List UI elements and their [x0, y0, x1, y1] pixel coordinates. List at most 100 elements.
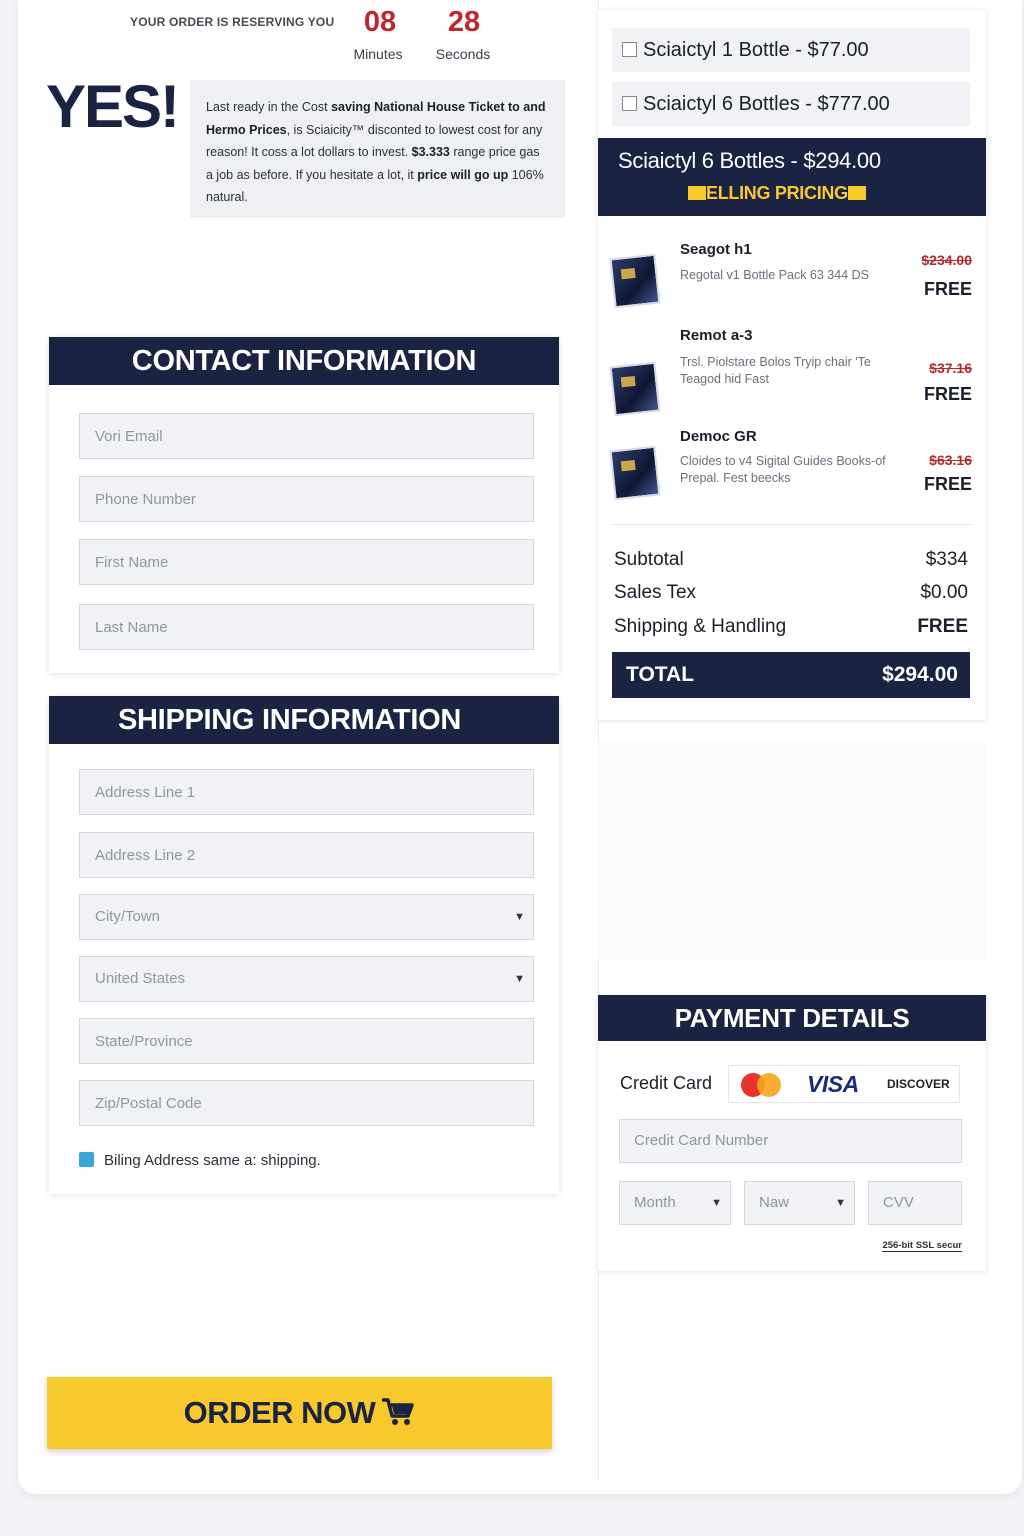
checkout-page: YOUR ORDER IS RESERVING YOU 08 Minutes 2…	[18, 0, 1022, 1494]
discover-icon: DISCOVER	[887, 1077, 950, 1091]
chevron-down-icon: ▼	[835, 1197, 846, 1209]
item-desc: Trsl. Piolstare Bolos Tryip chair 'Te Te…	[680, 355, 871, 386]
option-checkbox[interactable]	[622, 42, 637, 57]
shipping-label: Shipping & Handling	[614, 616, 787, 637]
product-thumbnail	[609, 253, 661, 309]
item-name: Remot a-3	[680, 327, 753, 344]
subtotal-row: Subtotal $334	[614, 549, 968, 571]
zip-field[interactable]	[79, 1080, 534, 1126]
option-checkbox[interactable]	[622, 96, 637, 111]
selling-pricing-text: ELLING PRICING	[706, 183, 848, 203]
line-item: Seagot h1 Regotal v1 Bottle Pack 63 344 …	[609, 238, 972, 318]
option-label: Sciaictyl 1 Bottle - $77.00	[643, 39, 869, 61]
country-select-value: United States	[95, 970, 186, 987]
item-old-price: $63.16	[929, 452, 972, 468]
total-bar: TOTAL $294.00	[612, 652, 970, 698]
month-select[interactable]: Month ▼	[619, 1181, 731, 1225]
card-number-field[interactable]: Credit Card Number	[619, 1119, 962, 1163]
email-input[interactable]	[95, 414, 533, 458]
item-desc: Regotal v1 Bottle Pack 63 344 DS	[680, 268, 870, 282]
address-line2-input[interactable]	[95, 833, 533, 877]
cvv-placeholder: CVV	[883, 1194, 914, 1211]
total-label: TOTAL	[626, 663, 695, 686]
phone-field[interactable]	[79, 476, 534, 522]
item-name: Democ GR	[680, 428, 757, 445]
state-input[interactable]	[95, 1019, 533, 1063]
order-now-label: ORDER NOW	[183, 1395, 376, 1430]
tax-value: $0.00	[920, 582, 968, 603]
contact-title: CONTACT INFORMATION	[49, 337, 559, 385]
item-old-price: $37.16	[929, 360, 972, 376]
item-price: FREE	[923, 384, 972, 404]
chevron-down-icon: ▼	[711, 1197, 722, 1209]
card-number-placeholder: Credit Card Number	[634, 1132, 769, 1149]
timer-minutes-label: Minutes	[353, 46, 403, 62]
card-logos: VISA DISCOVER	[728, 1065, 960, 1103]
country-select[interactable]: United States ▼	[79, 956, 534, 1002]
shipping-value: FREE	[917, 616, 968, 637]
phone-input[interactable]	[95, 477, 533, 521]
order-now-button[interactable]: ORDER NOW	[47, 1377, 552, 1449]
timer-label: YOUR ORDER IS RESERVING YOU	[130, 15, 335, 29]
month-select-value: Month	[634, 1194, 676, 1211]
address-line2-field[interactable]	[79, 832, 534, 878]
selected-package-title: Sciaictyl 6 Bottles - $294.00	[618, 148, 881, 173]
chevron-down-icon: ▼	[514, 911, 525, 923]
summary-divider	[612, 524, 972, 525]
item-old-price: $234.00	[921, 252, 972, 268]
banner-mark-icon	[847, 186, 866, 200]
mastercard-icon	[741, 1073, 783, 1097]
billing-same-checkbox[interactable]	[79, 1152, 94, 1167]
first-name-input[interactable]	[95, 540, 533, 584]
item-name: Seagot h1	[680, 241, 752, 258]
zip-input[interactable]	[95, 1081, 533, 1125]
billing-same-row[interactable]: Biling Address same a: shipping.	[79, 1152, 321, 1169]
item-price: FREE	[923, 279, 972, 299]
shipping-card: SHIPPING INFORMATION City/Town ▼ United S…	[49, 696, 559, 1194]
contact-card: CONTACT INFORMATION	[49, 337, 559, 673]
visa-icon: VISA	[807, 1071, 859, 1097]
email-field[interactable]	[79, 413, 534, 459]
shipping-row: Shipping & Handling FREE	[614, 616, 968, 638]
banner-mark-icon	[688, 186, 706, 200]
cvv-field[interactable]: CVV	[868, 1181, 962, 1225]
tax-row: Sales Tex $0.00	[614, 582, 968, 604]
total-value: $294.00	[882, 663, 958, 686]
promo-headline: YES!	[46, 73, 180, 140]
option-6-bottles[interactable]: Sciaictyl 6 Bottles - $777.00	[612, 82, 970, 126]
order-summary-card: Sciaictyl 1 Bottle - $77.00 Sciaictyl 6 …	[598, 10, 986, 720]
billing-same-label: Biling Address same a: shipping.	[104, 1152, 321, 1169]
selling-pricing-label: ELLING PRICING	[688, 183, 866, 204]
city-select[interactable]: City/Town ▼	[79, 894, 534, 940]
first-name-field[interactable]	[79, 539, 534, 585]
blank-panel	[598, 742, 986, 960]
promo-text: Last ready in the Cost saving National H…	[190, 80, 565, 218]
credit-card-label: Credit Card	[620, 1073, 713, 1093]
payment-card: PAYMENT DETAILS Credit Card VISA DISCOVE…	[598, 995, 986, 1271]
option-label: Sciaictyl 6 Bottles - $777.00	[643, 93, 890, 115]
line-item: Democ GR Cloides to v4 Sigital Guides Bo…	[609, 426, 972, 506]
last-name-input[interactable]	[95, 605, 533, 649]
promo-text-bold: price will go up	[417, 167, 509, 182]
address-line1-input[interactable]	[95, 770, 533, 814]
product-thumbnail	[609, 445, 661, 501]
year-select[interactable]: Naw ▼	[744, 1181, 855, 1225]
option-1-bottle[interactable]: Sciaictyl 1 Bottle - $77.00	[612, 28, 970, 72]
chevron-down-icon: ▼	[514, 973, 525, 985]
item-price: FREE	[923, 474, 972, 494]
timer-minutes: 08	[363, 6, 397, 38]
selected-package[interactable]: Sciaictyl 6 Bottles - $294.00 ELLING PRI…	[598, 138, 986, 216]
shipping-title: SHIPPING INFORMATION	[49, 696, 559, 744]
cart-icon	[382, 1398, 415, 1425]
timer-seconds-label: Seconds	[435, 46, 491, 62]
ssl-notice: 256-bit SSL secur	[882, 1240, 962, 1252]
address-line1-field[interactable]	[79, 769, 534, 815]
item-desc: Cloides to v4 Sigital Guides Books-of Pr…	[680, 454, 886, 485]
payment-title: PAYMENT DETAILS	[598, 995, 986, 1041]
last-name-field[interactable]	[79, 604, 534, 650]
timer-seconds: 28	[447, 6, 481, 38]
subtotal-label: Subtotal	[614, 549, 684, 570]
state-field[interactable]	[79, 1018, 534, 1064]
promo-text-bold: $3.333	[411, 145, 450, 159]
subtotal-value: $334	[925, 549, 968, 570]
